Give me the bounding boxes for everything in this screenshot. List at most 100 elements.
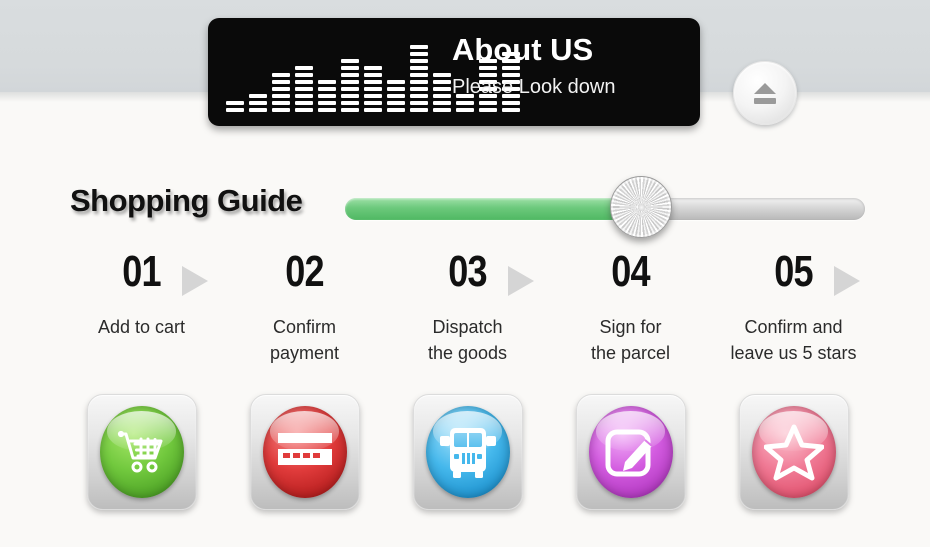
equalizer-bar (341, 59, 359, 112)
equalizer-segment (410, 59, 428, 63)
step-03: 03 Dispatch the goods (386, 247, 860, 378)
equalizer-segment (410, 80, 428, 84)
equalizer-segment (249, 94, 267, 98)
equalizer-segment (364, 73, 382, 77)
equalizer-segment (387, 101, 405, 105)
equalizer-segment (295, 80, 313, 84)
equalizer-segment (226, 108, 244, 112)
equalizer-segment (226, 101, 244, 105)
orb-red (262, 406, 347, 498)
tile-wrap-04 (549, 394, 712, 519)
equalizer-bar (226, 101, 244, 112)
equalizer-segment (295, 87, 313, 91)
equalizer-segment (387, 87, 405, 91)
banner-subtitle: Please Look down (452, 76, 616, 98)
tile-sign-parcel[interactable] (575, 394, 686, 510)
eject-button[interactable] (733, 61, 797, 125)
step-04: 04 Sign for the parcel (549, 248, 712, 378)
equalizer-segment (272, 73, 290, 77)
equalizer-segment (364, 94, 382, 98)
equalizer-segment (341, 73, 359, 77)
equalizer-segment (272, 94, 290, 98)
equalizer-segment (364, 101, 382, 105)
eject-triangle (754, 82, 776, 94)
slider-knob[interactable] (610, 176, 673, 238)
equalizer-segment (318, 108, 336, 112)
equalizer-segment (410, 108, 428, 112)
equalizer-segment (272, 101, 290, 105)
step-number: 03 (448, 247, 487, 296)
equalizer-segment (249, 108, 267, 112)
step-01: 01 Add to cart (60, 248, 223, 378)
equalizer-segment (364, 108, 382, 112)
credit-card-icon (277, 433, 332, 465)
equalizer-segment (502, 101, 520, 105)
equalizer-segment (341, 80, 359, 84)
equalizer-segment (341, 59, 359, 63)
equalizer-bar (295, 66, 313, 112)
eject-icon (734, 62, 796, 124)
tile-leave-stars[interactable] (738, 394, 849, 510)
equalizer-segment (272, 87, 290, 91)
delivery-truck-icon (439, 428, 496, 478)
equalizer-bar (249, 94, 267, 112)
equalizer-segment (410, 101, 428, 105)
equalizer-segment (364, 66, 382, 70)
step-label: Add to cart (97, 317, 186, 337)
equalizer-segment (295, 73, 313, 77)
equalizer-segment (295, 108, 313, 112)
equalizer-segment (502, 108, 520, 112)
orb-pink (751, 406, 836, 498)
shopping-cart-icon (117, 430, 162, 473)
page-title: Shopping Guide (70, 183, 303, 218)
equalizer-segment (341, 101, 359, 105)
tile-wrap-03 (386, 394, 549, 519)
equalizer-segment (318, 87, 336, 91)
equalizer-segment (295, 66, 313, 70)
orb-blue (425, 406, 510, 498)
equalizer-segment (433, 101, 451, 105)
equalizer-bar (433, 73, 451, 112)
step-label: Confirm payment (269, 317, 340, 363)
step-number: 02 (285, 247, 324, 296)
equalizer-segment (318, 94, 336, 98)
equalizer-segment (387, 80, 405, 84)
eject-bar (754, 97, 776, 104)
equalizer-bar (410, 45, 428, 112)
equalizer-segment (272, 80, 290, 84)
slider-fill (345, 198, 642, 220)
steps-row: 01 Add to cart 02 Confirm payment 03 Dis… (60, 248, 875, 378)
step-label: Sign for the parcel (590, 317, 671, 363)
step-label: Dispatch the goods (427, 317, 508, 363)
equalizer-segment (249, 101, 267, 105)
equalizer-segment (341, 94, 359, 98)
tile-add-to-cart[interactable] (86, 394, 197, 510)
equalizer-segment (364, 87, 382, 91)
equalizer-segment (433, 94, 451, 98)
tile-wrap-02 (223, 394, 386, 519)
orb-purple (588, 406, 673, 498)
tile-dispatch-goods[interactable] (412, 394, 523, 510)
equalizer-segment (410, 87, 428, 91)
equalizer-segment (295, 101, 313, 105)
equalizer-segment (410, 66, 428, 70)
equalizer-bar (272, 73, 290, 112)
equalizer-segment (341, 87, 359, 91)
equalizer-segment (433, 80, 451, 84)
equalizer-segment (387, 94, 405, 98)
step-number: 01 (122, 247, 161, 296)
equalizer-segment (433, 73, 451, 77)
equalizer-bar (364, 66, 382, 112)
tile-wrap-01 (60, 394, 223, 519)
equalizer-segment (341, 108, 359, 112)
equalizer-segment (433, 108, 451, 112)
progress-slider[interactable] (345, 176, 865, 238)
equalizer-segment (456, 108, 474, 112)
equalizer-segment (410, 73, 428, 77)
tile-confirm-payment[interactable] (249, 394, 360, 510)
edit-sign-icon (605, 429, 653, 477)
step-number: 05 (774, 247, 813, 296)
step-02: 02 Confirm payment (223, 247, 534, 378)
equalizer-segment (272, 108, 290, 112)
star-icon (763, 424, 824, 481)
